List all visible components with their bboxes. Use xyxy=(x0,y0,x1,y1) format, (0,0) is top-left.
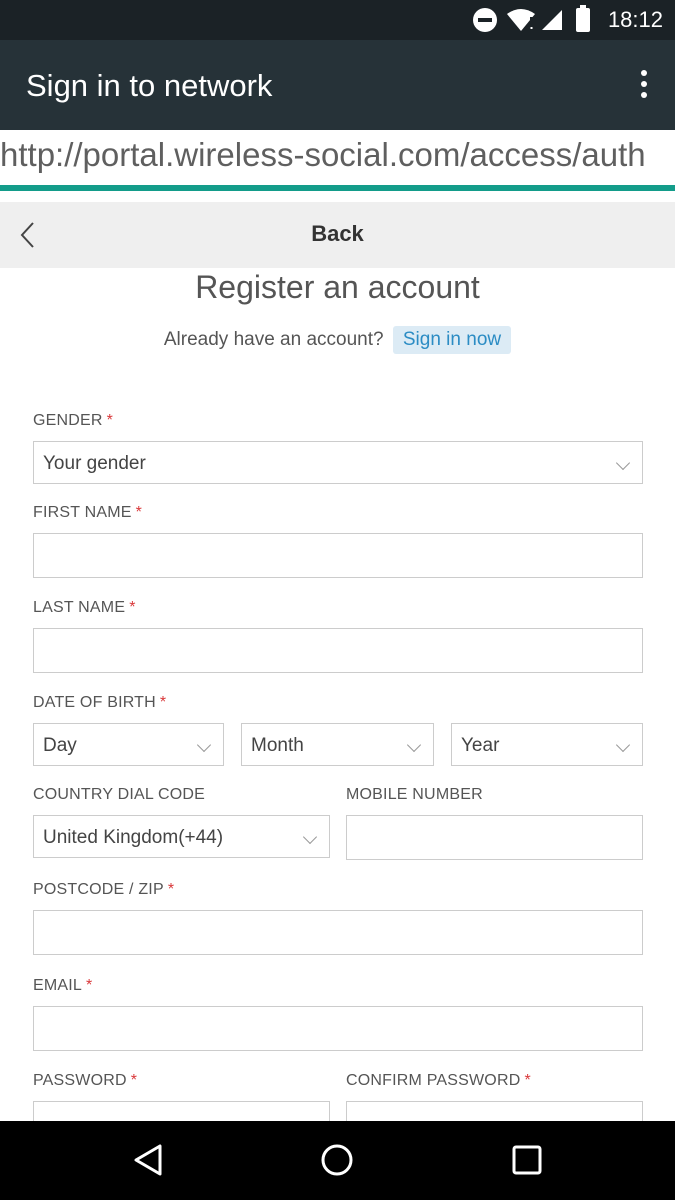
app-bar: Sign in to network xyxy=(0,40,675,130)
dob-day-select[interactable]: Day xyxy=(33,723,224,766)
dob-day-value: Day xyxy=(43,735,77,756)
gender-label-text: GENDER xyxy=(33,412,103,429)
dob-month-value: Month xyxy=(251,735,304,756)
mobile-number-input[interactable] xyxy=(346,815,643,860)
dob-year-value: Year xyxy=(461,735,500,756)
email-label: EMAIL * xyxy=(33,977,92,995)
mobile-label-text: MOBILE NUMBER xyxy=(346,786,483,803)
required-marker: * xyxy=(130,1072,138,1089)
postcode-label-text: POSTCODE / ZIP xyxy=(33,881,164,898)
required-marker: * xyxy=(86,977,93,994)
gender-select-value: Your gender xyxy=(43,453,146,474)
page-title: Register an account xyxy=(195,269,480,305)
dob-year-select[interactable]: Year xyxy=(451,723,643,766)
status-bar: 18:12 xyxy=(0,0,675,40)
dob-label: DATE OF BIRTH * xyxy=(33,694,166,712)
dial-code-label-text: COUNTRY DIAL CODE xyxy=(33,786,206,803)
chevron-down-icon xyxy=(615,737,631,753)
password-label: PASSWORD * xyxy=(33,1072,137,1090)
back-bar[interactable]: Back xyxy=(0,202,675,268)
sign-in-link[interactable]: Sign in now xyxy=(392,326,512,354)
first-name-input[interactable] xyxy=(33,533,643,578)
required-marker: * xyxy=(135,504,143,521)
clock: 18:12 xyxy=(607,7,663,32)
confirm-password-label-text: CONFIRM PASSWORD xyxy=(346,1072,521,1089)
postcode-input[interactable] xyxy=(33,910,643,955)
battery-icon xyxy=(576,5,590,32)
last-name-label-text: LAST NAME xyxy=(33,599,126,616)
nav-home-icon[interactable] xyxy=(320,1143,354,1177)
required-marker: * xyxy=(106,412,114,429)
required-marker: * xyxy=(524,1072,531,1089)
required-marker: * xyxy=(129,599,136,616)
url-bar: http://portal.wireless-social.com/access… xyxy=(0,130,675,185)
required-marker: * xyxy=(159,694,167,711)
app-bar-title: Sign in to network xyxy=(26,68,273,103)
password-input[interactable] xyxy=(33,1101,330,1121)
dial-code-label: COUNTRY DIAL CODE xyxy=(33,786,205,804)
email-label-text: EMAIL xyxy=(33,977,83,994)
system-nav-bar xyxy=(0,1121,675,1200)
first-name-label-text: FIRST NAME xyxy=(33,504,132,521)
last-name-label: LAST NAME * xyxy=(33,599,136,617)
chevron-down-icon xyxy=(615,455,631,471)
chevron-down-icon xyxy=(406,737,422,753)
gender-select[interactable]: Your gender xyxy=(33,441,643,484)
signin-prompt-text: Already have an account? xyxy=(163,329,384,350)
password-label-text: PASSWORD xyxy=(33,1072,127,1089)
email-field[interactable] xyxy=(33,1006,643,1051)
dial-code-select[interactable]: United Kingdom(+44) xyxy=(33,815,330,858)
confirm-password-input[interactable] xyxy=(346,1101,643,1121)
back-button[interactable]: Back xyxy=(0,221,675,247)
signin-prompt: Already have an account? Sign in now xyxy=(0,326,675,354)
web-page: Back Register an account Already have an… xyxy=(0,191,675,1121)
last-name-input[interactable] xyxy=(33,628,643,673)
first-name-label: FIRST NAME * xyxy=(33,504,142,522)
gender-label: GENDER * xyxy=(33,412,113,430)
dob-label-text: DATE OF BIRTH xyxy=(33,694,156,711)
postcode-label: POSTCODE / ZIP * xyxy=(33,881,174,899)
page-url: http://portal.wireless-social.com/access… xyxy=(0,136,646,173)
overflow-menu-icon[interactable] xyxy=(639,70,649,102)
dob-month-select[interactable]: Month xyxy=(241,723,434,766)
nav-back-icon[interactable] xyxy=(132,1143,164,1177)
confirm-password-label: CONFIRM PASSWORD * xyxy=(346,1072,531,1090)
required-marker: * xyxy=(167,881,175,898)
chevron-down-icon xyxy=(302,829,318,845)
nav-recents-icon[interactable] xyxy=(511,1143,543,1177)
mobile-label: MOBILE NUMBER xyxy=(346,786,483,804)
wifi-icon xyxy=(507,9,535,31)
do-not-disturb-icon xyxy=(473,8,497,32)
chevron-down-icon xyxy=(196,737,212,753)
dial-code-value: United Kingdom(+44) xyxy=(43,827,224,848)
signal-icon xyxy=(542,10,562,30)
